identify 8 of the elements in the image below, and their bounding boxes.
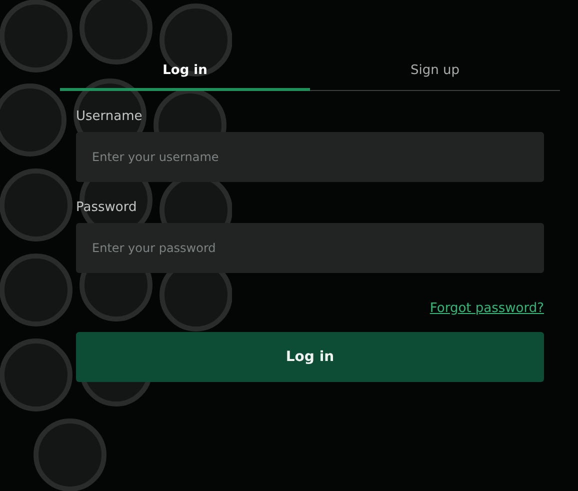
tab[interactable]: Log in [60, 55, 310, 91]
login-button[interactable]: Log in [76, 332, 544, 382]
field-label: Password [76, 200, 138, 215]
field-label: Username [76, 109, 144, 124]
tab[interactable]: Sign up [310, 55, 560, 91]
input-field[interactable]: Enter your username [76, 132, 544, 182]
input-field[interactable]: Enter your password [76, 223, 544, 273]
forgot-password-link[interactable]: Forgot password? [430, 301, 544, 316]
